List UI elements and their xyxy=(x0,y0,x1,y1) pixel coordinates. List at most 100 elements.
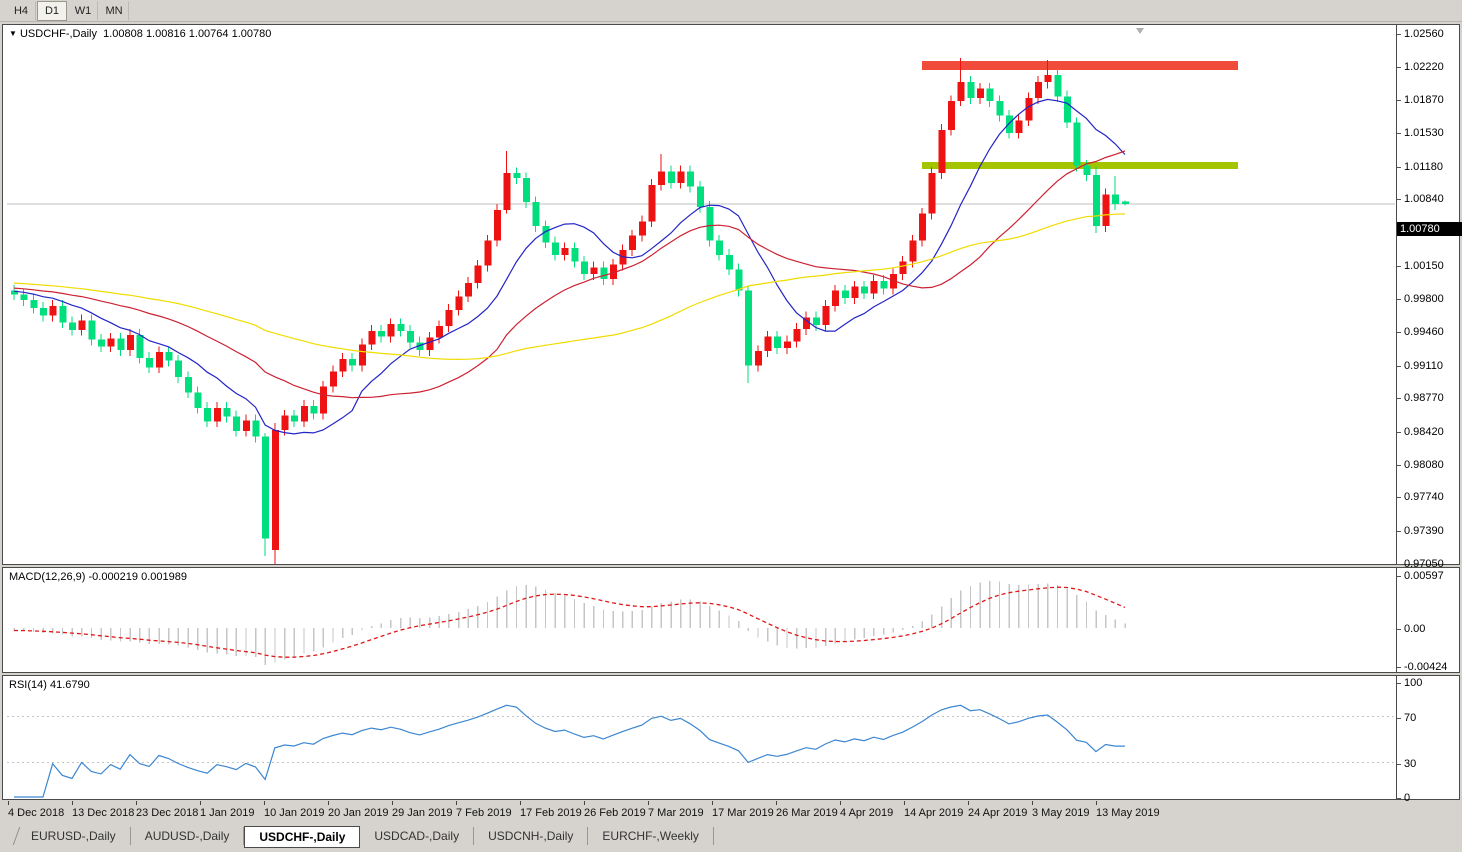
candle-body xyxy=(155,352,163,368)
date-tick xyxy=(712,801,713,805)
candle-body xyxy=(455,296,463,310)
macd-bar xyxy=(139,628,141,643)
date-label: 26 Feb 2019 xyxy=(584,807,646,819)
candle-body xyxy=(88,320,96,340)
candle-body xyxy=(136,334,144,358)
macd-plot[interactable] xyxy=(3,568,1459,672)
timeframe-button-D1[interactable]: D1 xyxy=(37,0,67,21)
candle-body xyxy=(281,415,289,430)
rsi-value: 41.6790 xyxy=(49,679,90,691)
resistance-line[interactable] xyxy=(921,61,1238,71)
date-label: 14 Apr 2019 xyxy=(904,807,964,819)
date-tick xyxy=(904,801,905,805)
candle-body xyxy=(832,290,840,306)
candle-body xyxy=(146,357,154,368)
date-axis[interactable]: 4 Dec 2018 13 Dec 2018 23 Dec 2018 1 Jan 20… xyxy=(2,801,1460,825)
candle-body xyxy=(368,330,376,345)
candle-body xyxy=(909,240,917,262)
price-tick xyxy=(1397,166,1401,168)
macd-bar xyxy=(940,606,943,628)
chart-tab-eurusddaily[interactable]: EURUSD-,Daily xyxy=(17,827,131,845)
date-label: 17 Mar 2019 xyxy=(712,807,774,819)
macd-bar xyxy=(486,601,489,628)
macd-bar xyxy=(457,611,460,628)
candle-body xyxy=(880,280,888,289)
rsi-title: RSI(14) 41.6790 xyxy=(9,679,90,691)
candle-body xyxy=(977,88,984,99)
main-chart-plot[interactable] xyxy=(3,25,1459,564)
rsi-label: RSI(14) xyxy=(9,679,47,691)
chart-tab-usdchfdaily[interactable]: USDCHF-,Daily xyxy=(244,826,361,848)
price-tick xyxy=(1397,299,1401,301)
macd-bar xyxy=(226,628,228,655)
candle-body xyxy=(571,248,579,262)
candle-body xyxy=(349,358,357,366)
candle-body xyxy=(1025,98,1033,121)
chart-tab-audusddaily[interactable]: AUDUSD-,Daily xyxy=(131,827,245,845)
macd-bar xyxy=(351,628,353,635)
candle-body xyxy=(1112,194,1120,204)
macd-bar xyxy=(187,628,189,648)
macd-bar xyxy=(119,628,122,642)
timeframe-toolbar: H4 D1 W1 MN xyxy=(0,0,1462,22)
rsi-tick xyxy=(1397,683,1401,684)
timeframe-button-W1[interactable]: W1 xyxy=(68,0,98,21)
candle-body xyxy=(291,415,299,422)
macd-bar xyxy=(61,628,64,635)
macd-bar xyxy=(989,581,991,628)
macd-bar xyxy=(815,628,817,648)
macd-histogram xyxy=(13,581,1126,665)
candle-body xyxy=(213,407,221,422)
timeframe-button-MN[interactable]: MN xyxy=(99,0,129,21)
macd-bar xyxy=(496,596,498,628)
rsi-plot[interactable] xyxy=(3,676,1459,799)
macd-bar xyxy=(757,628,759,638)
candle-body xyxy=(20,294,28,301)
macd-bar xyxy=(206,628,209,653)
rsi-tick-label: 30 xyxy=(1404,757,1417,770)
macd-bar xyxy=(1066,588,1068,628)
candles-group xyxy=(11,57,1129,564)
macd-bar xyxy=(274,628,276,663)
macd-bar xyxy=(863,628,865,639)
macd-bar xyxy=(197,628,199,650)
macd-bar xyxy=(699,601,701,628)
macd-bar xyxy=(467,609,469,628)
chart-shift-marker-icon[interactable] xyxy=(1136,28,1144,34)
candle-body xyxy=(1034,81,1042,99)
candle-body xyxy=(957,81,965,102)
candle-body xyxy=(851,286,859,299)
macd-bar xyxy=(689,599,692,628)
candle-body xyxy=(513,173,521,179)
candle-body xyxy=(725,254,733,270)
macd-bar xyxy=(322,628,325,648)
macd-tick xyxy=(1397,629,1401,630)
candle-body xyxy=(745,290,753,366)
macd-bar xyxy=(235,628,238,656)
timeframe-button-H4[interactable]: H4 xyxy=(6,0,36,21)
date-label: 17 Feb 2019 xyxy=(520,807,582,819)
candle-body xyxy=(822,305,830,326)
price-tick xyxy=(1397,365,1401,367)
candle-body xyxy=(397,324,405,331)
candle-body xyxy=(204,407,212,422)
rsi-tick-label: 100 xyxy=(1404,677,1423,689)
price-tick-label: 1.02220 xyxy=(1404,60,1444,73)
macd-bar xyxy=(892,628,894,633)
macd-bar xyxy=(216,628,218,654)
candle-body xyxy=(1015,120,1023,133)
macd-label: MACD(12,26,9) xyxy=(9,571,86,583)
macd-bar xyxy=(312,628,315,652)
date-label: 29 Jan 2019 xyxy=(392,807,453,819)
chart-tab-usdcnhdaily[interactable]: USDCNH-,Daily xyxy=(474,827,589,845)
rsi-scale-divider xyxy=(1396,676,1397,799)
rsi-tick xyxy=(1397,717,1401,719)
macd-bar xyxy=(332,628,334,643)
macd-bar xyxy=(535,586,537,628)
macd-bar xyxy=(1037,584,1039,628)
candle-body xyxy=(503,173,511,210)
chart-tab-usdcaddaily[interactable]: USDCAD-,Daily xyxy=(360,827,475,845)
chart-tab-eurchfweekly[interactable]: EURCHF-,Weekly xyxy=(588,827,714,845)
dropdown-arrow-icon[interactable]: ▼ xyxy=(9,29,17,38)
price-tick xyxy=(1397,497,1401,499)
